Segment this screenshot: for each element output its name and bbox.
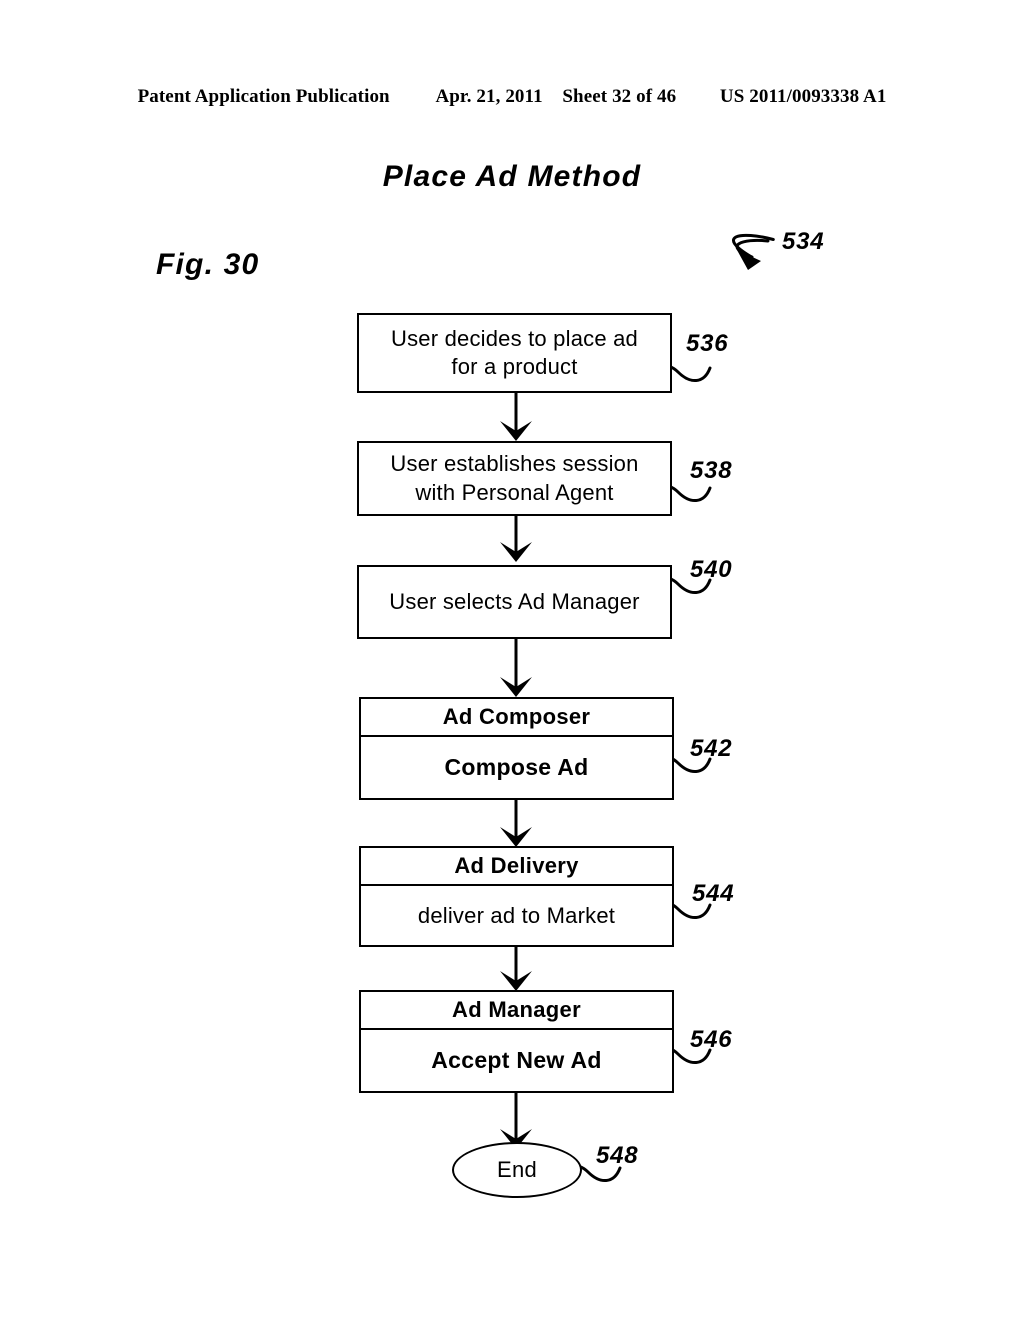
flow-node-header-ad-composer: Ad Composer — [361, 699, 672, 737]
flow-node-end-label: End — [496, 1157, 538, 1182]
flow-node-text-wrap: User decides to place ad for a product — [359, 315, 670, 391]
reference-numeral-538: 538 — [690, 457, 733, 484]
flow-node-header-ad-delivery: Ad Delivery — [361, 848, 672, 886]
flow-node-line1: User selects Ad Manager — [389, 588, 640, 614]
reference-numeral-534: 534 — [782, 228, 825, 255]
flow-node-ad-delivery: Ad Delivery deliver ad to Market — [359, 846, 674, 947]
flow-node-line: User establishes session with Personal A… — [390, 450, 638, 506]
flow-node-line2: with Personal Agent — [415, 479, 614, 505]
flow-node-user-selects-ad-manager: User selects Ad Manager — [357, 565, 672, 639]
flow-node-line1: User decides to place ad — [391, 325, 638, 351]
reference-numeral-536: 536 — [686, 330, 729, 357]
flow-node-header-ad-manager: Ad Manager — [361, 992, 672, 1030]
flow-node-ad-composer: Ad Composer Compose Ad — [359, 697, 674, 800]
flow-node-line1: User establishes session — [390, 451, 639, 477]
reference-numeral-546: 546 — [690, 1026, 733, 1053]
arrowhead-icon-534 — [737, 250, 761, 270]
flow-node-text-wrap: User establishes session with Personal A… — [359, 443, 670, 514]
flow-node-line: User decides to place ad for a product — [391, 325, 638, 381]
flow-node-body-deliver-ad-to-market: deliver ad to Market — [417, 902, 616, 928]
flow-node-text-wrap: User selects Ad Manager — [359, 567, 670, 637]
flow-node-body-compose-ad: Compose Ad — [444, 754, 589, 780]
reference-numeral-544: 544 — [692, 880, 735, 907]
reference-numeral-548: 548 — [596, 1142, 639, 1169]
flow-node-user-establishes-session: User establishes session with Personal A… — [357, 441, 672, 516]
flow-node-ad-manager: Ad Manager Accept New Ad — [359, 990, 674, 1093]
reference-numeral-542: 542 — [690, 735, 733, 762]
flow-node-user-decides: User decides to place ad for a product — [357, 313, 672, 393]
flow-node-end-terminator: End — [452, 1142, 582, 1198]
flow-node-line2: for a product — [451, 354, 578, 379]
figure-ref-leader — [731, 233, 775, 270]
flowchart-canvas — [0, 0, 1024, 1320]
reference-numeral-540: 540 — [690, 556, 733, 583]
flow-node-body-accept-new-ad: Accept New Ad — [431, 1047, 602, 1073]
